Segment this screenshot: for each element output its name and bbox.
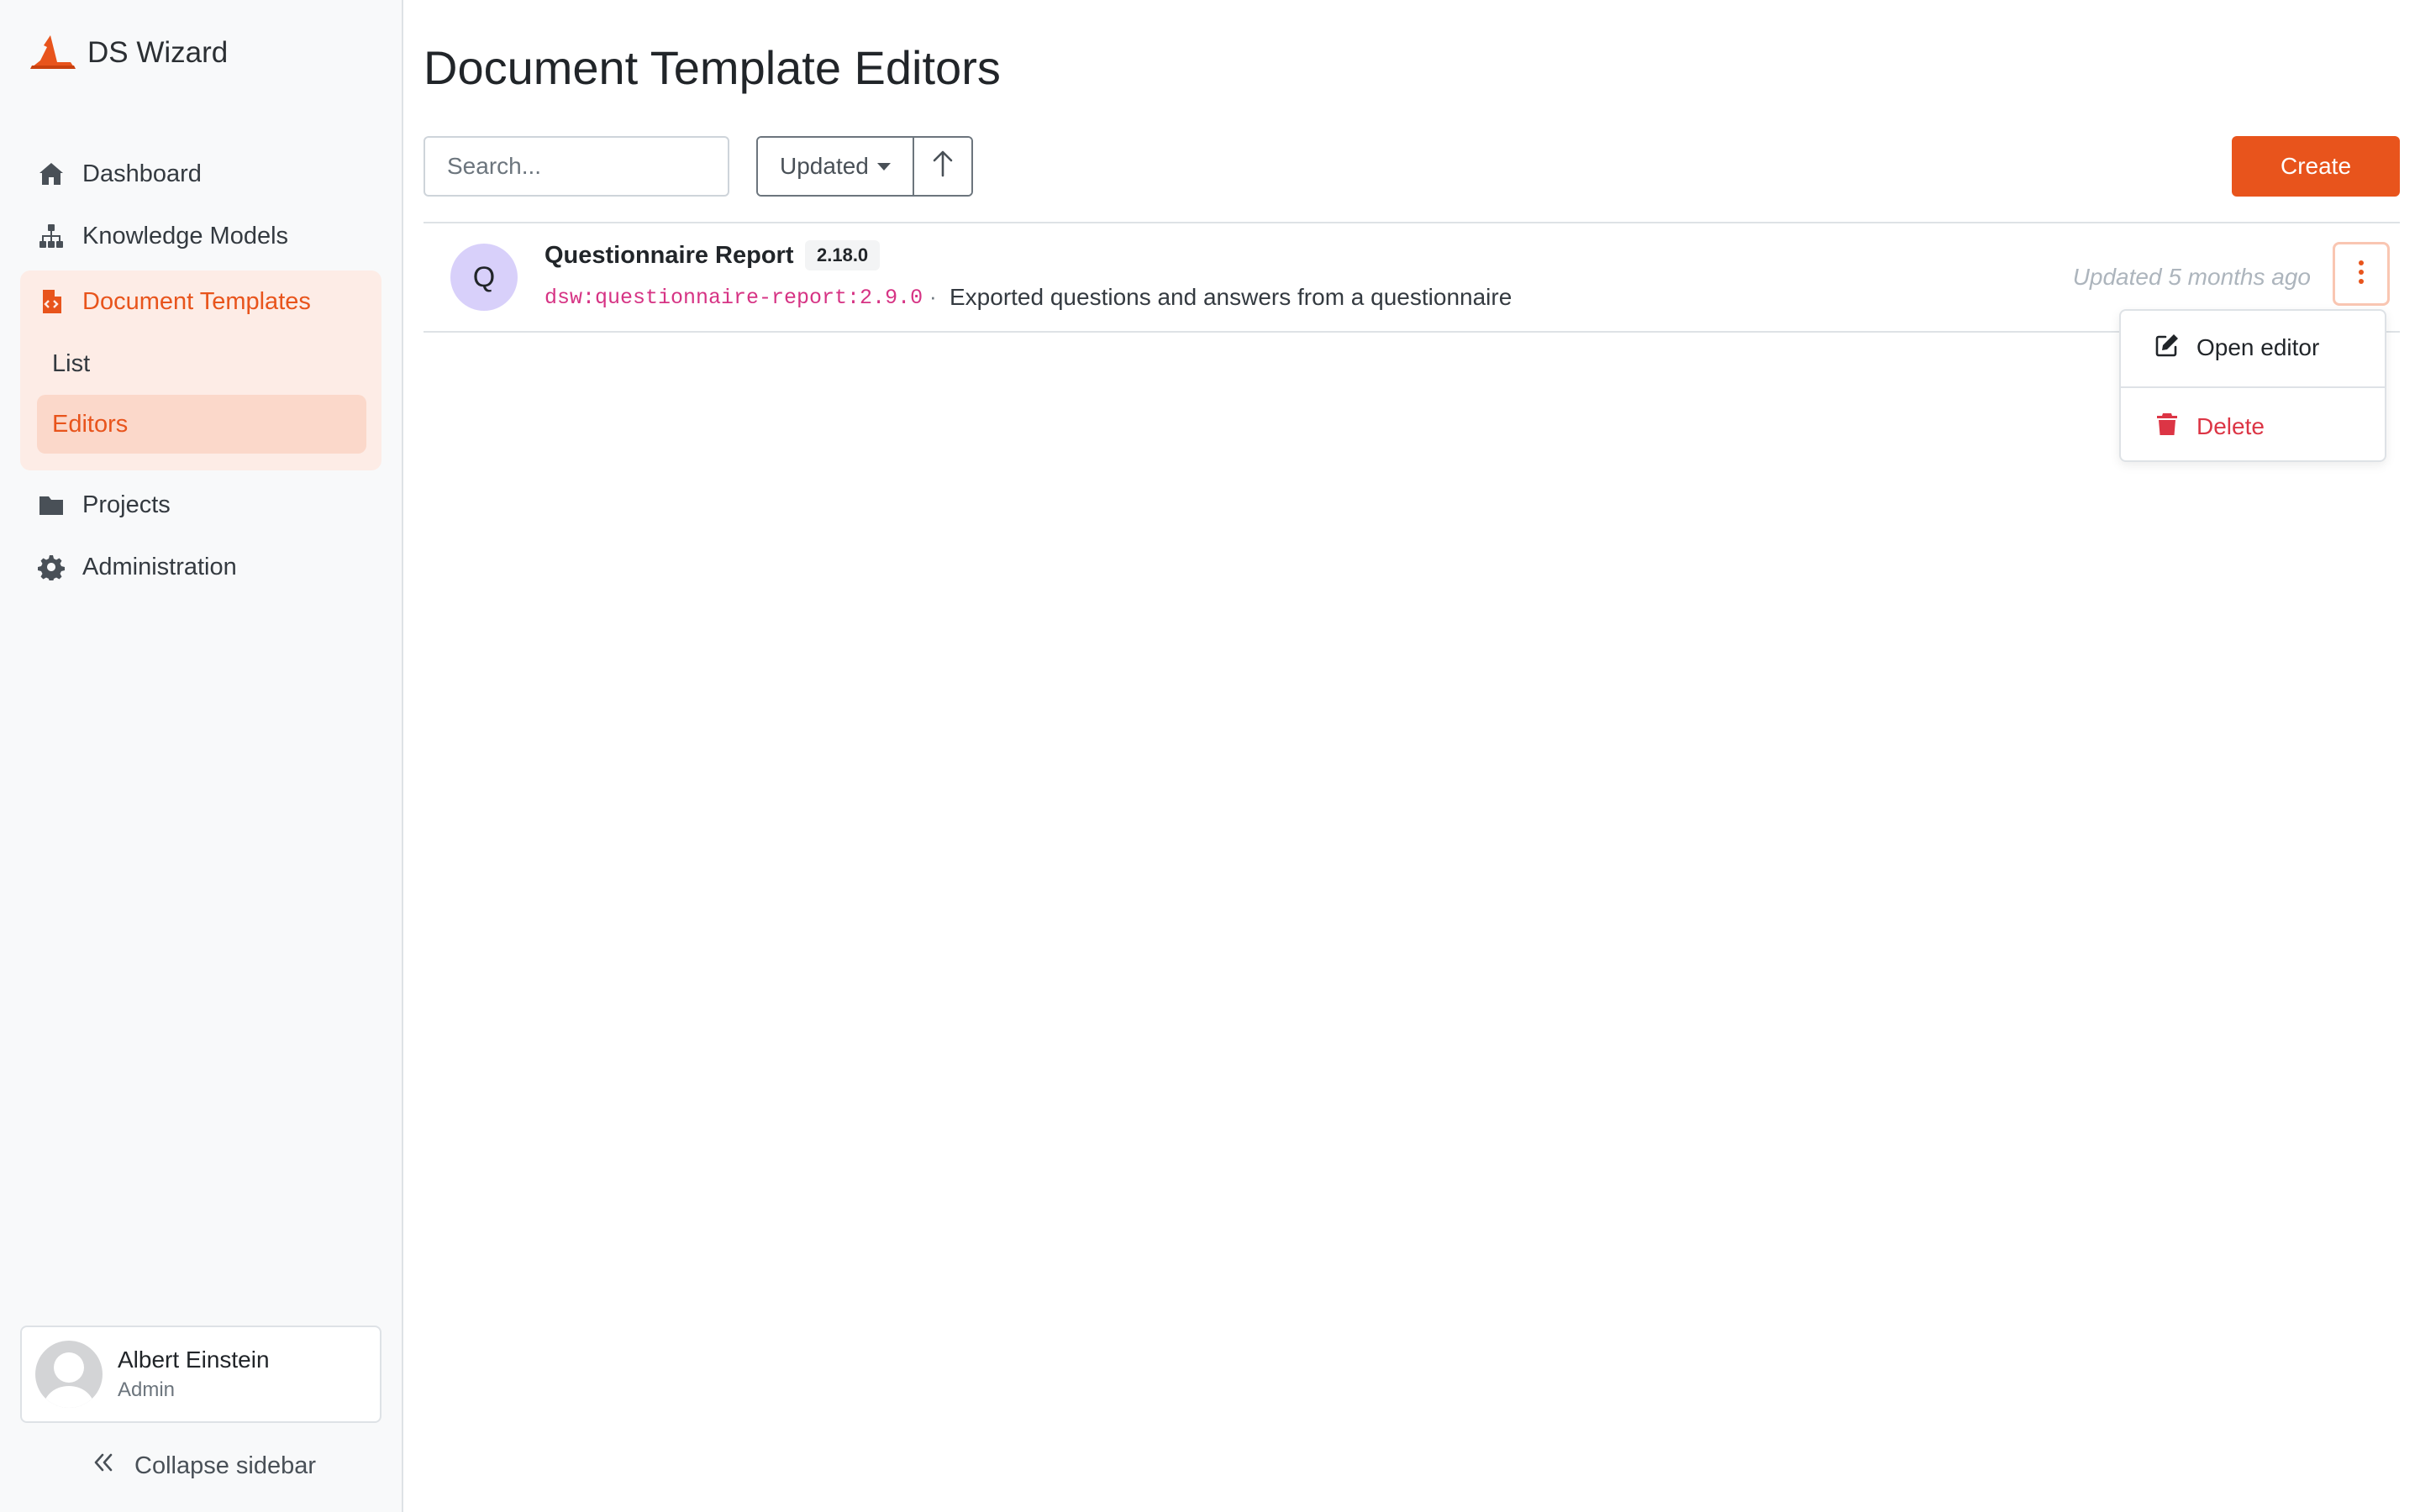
sidebar-item-administration[interactable]: Administration (20, 536, 381, 598)
sidebar-item-label: Administration (82, 553, 237, 580)
sidebar-item-label: Knowledge Models (82, 222, 289, 249)
search-input[interactable] (424, 136, 729, 197)
create-button[interactable]: Create (2232, 136, 2400, 197)
sidebar-item-label: Dashboard (82, 160, 202, 187)
list-item: Q Questionnaire Report 2.18.0 dsw:questi… (424, 223, 2400, 333)
open-editor-menu-item[interactable]: Open editor (2121, 311, 2385, 385)
item-initial-avatar: Q (450, 244, 518, 311)
sort-field-label: Updated (780, 153, 869, 179)
user-name: Albert Einstein (118, 1347, 270, 1373)
home-icon (37, 160, 66, 188)
user-menu[interactable]: Albert Einstein Admin (20, 1326, 381, 1423)
caret-down-icon (876, 162, 891, 171)
template-id: dsw:questionnaire-report:2.9.0 (544, 286, 923, 310)
sidebar-item-label: Projects (82, 491, 171, 518)
sidebar-subitem-label: Editors (52, 410, 129, 438)
wizard-hat-logo-icon (29, 30, 77, 76)
folder-icon (37, 491, 66, 519)
sidebar-subitem-label: List (52, 349, 91, 377)
file-code-icon (37, 287, 66, 316)
sidebar-subitem-editors[interactable]: Editors (37, 395, 366, 454)
open-editor-label: Open editor (2196, 334, 2320, 360)
double-chevron-left-icon (91, 1450, 134, 1482)
sidebar-item-document-templates[interactable]: Document Templates (20, 270, 381, 333)
collapse-sidebar-label: Collapse sidebar (134, 1452, 317, 1479)
sidebar-item-dashboard[interactable]: Dashboard (20, 143, 381, 205)
sidebar-item-projects[interactable]: Projects (20, 474, 381, 536)
gear-icon (37, 553, 66, 581)
user-role: Admin (118, 1378, 176, 1401)
edit-icon (2154, 333, 2196, 364)
delete-label: Delete (2196, 413, 2265, 439)
sort-controls: Updated (756, 136, 973, 197)
arrow-up-icon (930, 149, 955, 185)
item-title-link[interactable]: Questionnaire Report (544, 242, 794, 270)
trash-icon (2154, 412, 2196, 443)
dropdown-divider (2121, 386, 2385, 388)
sitemap-icon (37, 222, 66, 250)
brand-name: DS Wizard (87, 36, 229, 69)
avatar (35, 1341, 103, 1408)
ellipsis-vertical-icon (2357, 259, 2365, 290)
sidebar-group-document-templates: Document Templates List Editors (20, 270, 381, 470)
item-updated-time: Updated 5 months ago (2072, 264, 2311, 290)
sort-direction-button[interactable] (912, 138, 971, 195)
sidebar-item-label: Document Templates (82, 287, 311, 315)
sidebar-nav: Dashboard Knowledge Models Document Temp… (20, 143, 381, 598)
sidebar: DS Wizard Dashboard Knowledge Models Doc… (0, 0, 403, 1512)
brand[interactable]: DS Wizard (29, 30, 228, 76)
collapse-sidebar-button[interactable]: Collapse sidebar (91, 1450, 316, 1482)
item-description: Exported questions and answers from a qu… (950, 284, 1512, 310)
sort-field-dropdown[interactable]: Updated (758, 138, 913, 195)
delete-menu-item[interactable]: Delete (2121, 390, 2385, 464)
item-actions-button[interactable] (2333, 242, 2390, 306)
separator-dot: · (929, 284, 937, 309)
sidebar-subitem-list[interactable]: List (37, 334, 366, 393)
item-actions-dropdown: Open editor Delete (2119, 309, 2386, 462)
sidebar-item-knowledge-models[interactable]: Knowledge Models (20, 205, 381, 267)
page-title: Document Template Editors (424, 41, 1001, 94)
version-badge: 2.18.0 (805, 240, 881, 270)
